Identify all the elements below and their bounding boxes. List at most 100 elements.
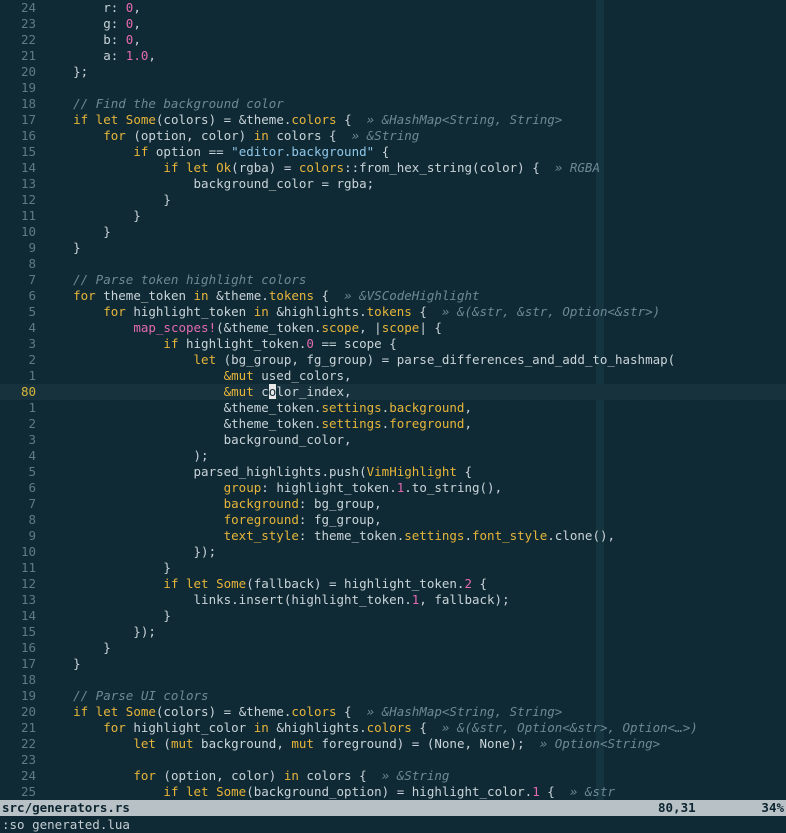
- code-line[interactable]: 4 map_scopes!(&theme_token.scope, |scope…: [0, 320, 786, 336]
- code-line[interactable]: 7 // Parse token highlight colors: [0, 272, 786, 288]
- code-line[interactable]: 21 for highlight_color in &highlights.co…: [0, 720, 786, 736]
- line-number: 16: [20, 640, 36, 655]
- code-token: in: [193, 288, 209, 303]
- code-line[interactable]: 22 let (mut background, mut foreground) …: [0, 736, 786, 752]
- code-line[interactable]: 10 }: [0, 224, 786, 240]
- line-number: 4: [28, 320, 36, 335]
- code-token: (),: [592, 528, 616, 543]
- code-line[interactable]: 3 if highlight_token.0 == scope {: [0, 336, 786, 352]
- code-line[interactable]: 9 text_style: theme_token.settings.font_…: [0, 528, 786, 544]
- code-text: map_scopes!(&theme_token.scope, |scope| …: [43, 320, 442, 336]
- code-line[interactable]: 13 background_color = rgba;: [0, 176, 786, 192]
- code-token: settings: [321, 416, 382, 431]
- code-line[interactable]: 15 });: [0, 624, 786, 640]
- code-line[interactable]: 14 if let Ok(rgba) = colors::from_hex_st…: [0, 160, 786, 176]
- code-line[interactable]: 7 background: bg_group,: [0, 496, 786, 512]
- code-token: {: [411, 304, 442, 319]
- code-line[interactable]: 25 if let Some(background_option) = high…: [0, 784, 786, 800]
- code-line[interactable]: 10 });: [0, 544, 786, 560]
- code-line[interactable]: 21 a: 1.0,: [0, 48, 786, 64]
- status-file-name: src/generators.rs: [2, 800, 130, 815]
- code-text: background: bg_group,: [43, 496, 382, 512]
- code-line[interactable]: 2 &theme_token.settings.foreground,: [0, 416, 786, 432]
- code-token: option ==: [148, 144, 232, 159]
- code-line[interactable]: 8 foreground: fg_group,: [0, 512, 786, 528]
- code-token: , fallback);: [419, 592, 510, 607]
- code-line[interactable]: 6 group: highlight_token.1.to_string(),: [0, 480, 786, 496]
- code-token: {: [411, 720, 442, 735]
- code-token: foreground: [223, 512, 299, 527]
- code-line[interactable]: 20 };: [0, 64, 786, 80]
- code-line[interactable]: 11 }: [0, 208, 786, 224]
- code-line[interactable]: 14 }: [0, 608, 786, 624]
- code-token: {: [472, 576, 488, 591]
- code-line[interactable]: 6 for theme_token in &theme.tokens { » &…: [0, 288, 786, 304]
- code-token: ,: [148, 48, 156, 63]
- code-line[interactable]: 24 for (option, color) in colors { » &St…: [0, 768, 786, 784]
- code-token: mut: [170, 736, 194, 751]
- code-line[interactable]: 5 for highlight_token in &highlights.tok…: [0, 304, 786, 320]
- current-code-line[interactable]: 80 &mut color_index,: [0, 384, 786, 400]
- code-line[interactable]: 16 for (option, color) in colors { » &St…: [0, 128, 786, 144]
- code-line[interactable]: 1 &theme_token.settings.background,: [0, 400, 786, 416]
- code-line[interactable]: 9 }: [0, 240, 786, 256]
- code-line[interactable]: 17 }: [0, 656, 786, 672]
- code-line[interactable]: 23 g: 0,: [0, 16, 786, 32]
- code-line[interactable]: 2 let (bg_group, fg_group) = parse_diffe…: [0, 352, 786, 368]
- code-text: for (option, color) in colors { » &Strin…: [43, 768, 449, 784]
- code-token: &theme_token.: [43, 416, 322, 431]
- line-number: 4: [28, 448, 36, 463]
- code-line[interactable]: 12 if let Some(fallback) = highlight_tok…: [0, 576, 786, 592]
- code-line[interactable]: 19: [0, 80, 786, 96]
- line-number: 24: [20, 768, 36, 783]
- code-line[interactable]: 4 );: [0, 448, 786, 464]
- code-text: links.insert(highlight_token.1, fallback…: [43, 592, 510, 608]
- line-number: 11: [20, 208, 36, 223]
- code-token: used_colors,: [253, 368, 352, 383]
- code-line[interactable]: 13 links.insert(highlight_token.1, fallb…: [0, 592, 786, 608]
- code-line[interactable]: 15 if option == "editor.background" {: [0, 144, 786, 160]
- code-line[interactable]: 11 }: [0, 560, 786, 576]
- code-line[interactable]: 1 &mut used_colors,: [0, 368, 786, 384]
- code-token: : highlight_token.: [261, 480, 397, 495]
- code-token: text_style: [223, 528, 299, 543]
- code-line[interactable]: 12 }: [0, 192, 786, 208]
- code-token: colors: [298, 160, 345, 175]
- code-line[interactable]: 16 }: [0, 640, 786, 656]
- code-token: : fg_group,: [298, 512, 382, 527]
- code-token: 1.0: [125, 48, 149, 63]
- code-token: r:: [43, 0, 126, 15]
- code-token: » &str: [569, 784, 615, 799]
- code-token: foreground) = (None, None);: [313, 736, 540, 751]
- code-token: 0: [306, 336, 314, 351]
- code-text: group: highlight_token.1.to_string(),: [43, 480, 502, 496]
- code-token: .: [464, 528, 472, 543]
- code-text: }: [43, 656, 81, 672]
- line-number: 14: [20, 160, 36, 175]
- code-line[interactable]: 24 r: 0,: [0, 0, 786, 16]
- code-line[interactable]: 18: [0, 672, 786, 688]
- code-line[interactable]: 20 if let Some(colors) = &theme.colors {…: [0, 704, 786, 720]
- code-token: {: [336, 704, 367, 719]
- editor-pane[interactable]: 24 r: 0, 23 g: 0, 22 b: 0, 21 a: 1.0, 20 }; 1…: [0, 0, 786, 800]
- code-line[interactable]: 8: [0, 256, 786, 272]
- code-line[interactable]: 17 if let Some(colors) = &theme.colors {…: [0, 112, 786, 128]
- code-token: Some: [125, 112, 156, 127]
- code-line[interactable]: 22 b: 0,: [0, 32, 786, 48]
- code-token: Some: [216, 576, 247, 591]
- code-line[interactable]: 18 // Find the background color: [0, 96, 786, 112]
- command-line[interactable]: :so generated.lua: [0, 816, 786, 833]
- code-text: text_style: theme_token.settings.font_st…: [43, 528, 615, 544]
- line-number: 18: [20, 672, 36, 687]
- code-line[interactable]: 3 background_color,: [0, 432, 786, 448]
- code-token: colors: [366, 720, 412, 735]
- code-token: ,: [133, 16, 141, 31]
- code-text: // Parse token highlight colors: [43, 272, 306, 288]
- code-text: );: [43, 448, 209, 464]
- code-token: for: [103, 128, 126, 143]
- code-line[interactable]: 19 // Parse UI colors: [0, 688, 786, 704]
- code-line[interactable]: 5 parsed_highlights.push(VimHighlight {: [0, 464, 786, 480]
- code-line[interactable]: 23: [0, 752, 786, 768]
